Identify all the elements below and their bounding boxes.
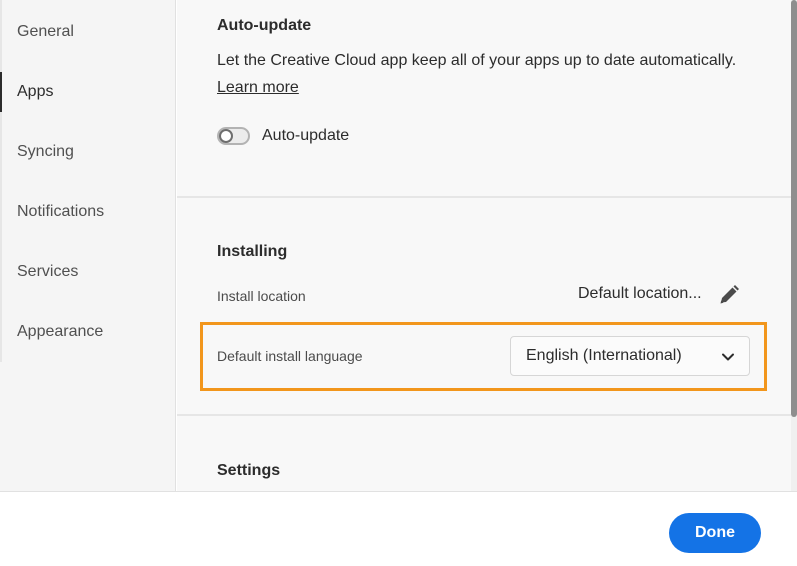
language-select[interactable]: English (International)	[510, 336, 750, 376]
sidebar-item-label: General	[17, 23, 74, 40]
auto-update-toggle[interactable]	[217, 127, 250, 145]
language-select-value: English (International)	[526, 347, 682, 364]
sidebar-item-services[interactable]: Services	[0, 252, 176, 292]
install-location-value[interactable]: Default location...	[578, 285, 702, 303]
done-button[interactable]: Done	[669, 513, 761, 553]
installing-title: Installing	[217, 243, 288, 260]
vertical-scrollbar[interactable]	[791, 0, 797, 491]
sidebar-item-label: Apps	[17, 83, 54, 100]
auto-update-description: Let the Creative Cloud app keep all of y…	[217, 52, 737, 69]
auto-update-toggle-label[interactable]: Auto-update	[262, 127, 349, 145]
dialog-footer: Done	[0, 491, 797, 566]
sidebar-item-notifications[interactable]: Notifications	[0, 192, 176, 232]
settings-title: Settings	[217, 462, 281, 479]
scrollbar-thumb[interactable]	[791, 0, 797, 417]
sidebar-item-label: Services	[17, 263, 79, 280]
learn-more-link[interactable]: Learn more	[217, 79, 299, 97]
section-divider	[177, 196, 791, 198]
auto-update-title: Auto-update	[217, 17, 312, 34]
default-language-label: Default install language	[217, 348, 363, 364]
section-divider	[177, 414, 791, 416]
sidebar-item-syncing[interactable]: Syncing	[0, 132, 176, 172]
toggle-knob	[219, 129, 233, 143]
sidebar-item-label: Appearance	[17, 323, 104, 340]
sidebar-item-label: Notifications	[17, 203, 105, 220]
chevron-down-icon	[722, 353, 734, 361]
sidebar-item-general[interactable]: General	[0, 12, 176, 52]
sidebar-item-appearance[interactable]: Appearance	[0, 312, 176, 352]
sidebar-item-label: Syncing	[17, 143, 74, 160]
edit-pencil-icon[interactable]	[717, 283, 741, 307]
sidebar: General Apps Syncing Notifications Servi…	[0, 0, 176, 491]
sidebar-rail	[0, 0, 2, 362]
sidebar-item-apps[interactable]: Apps	[0, 72, 176, 112]
install-location-label: Install location	[217, 288, 306, 304]
settings-content: Auto-update Let the Creative Cloud app k…	[177, 0, 791, 491]
